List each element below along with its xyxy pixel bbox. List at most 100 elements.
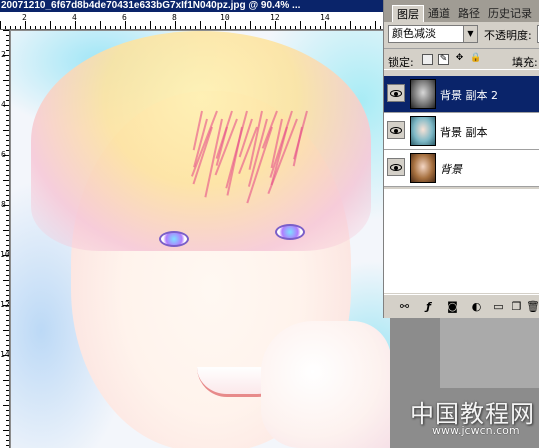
workspace-background-light	[440, 318, 539, 388]
ruler-tick	[335, 26, 336, 29]
tab-channels[interactable]: 通道	[424, 5, 454, 22]
ruler-tick	[55, 26, 56, 29]
ruler-tick	[6, 145, 9, 146]
ruler-tick	[6, 420, 9, 421]
ruler-tick	[6, 395, 9, 396]
ruler-tick	[6, 225, 9, 226]
tab-paths[interactable]: 路径	[454, 5, 484, 22]
ruler-tick	[6, 235, 9, 236]
ruler-tick	[355, 26, 356, 29]
ruler-tick	[3, 330, 9, 331]
layer-name: 背景 副本 2	[440, 89, 498, 102]
layer-row[interactable]: 背景 副本 2	[384, 76, 539, 113]
portrait-left-eye	[159, 231, 189, 247]
ruler-tick	[350, 21, 351, 29]
ruler-tick	[6, 250, 9, 251]
ruler-tick	[65, 26, 66, 29]
ruler-tick	[3, 30, 9, 31]
ruler-top: 2 4 6 8 10 12 14	[0, 12, 390, 30]
ruler-tick	[0, 21, 1, 29]
ruler-tick	[6, 425, 9, 426]
ruler-left: 2 4 6 8 10 12 14	[0, 30, 10, 448]
ruler-tick	[3, 105, 9, 106]
new-layer-icon[interactable]: ❐	[510, 300, 523, 313]
ruler-tick	[6, 160, 9, 161]
lock-transparent-icon[interactable]	[422, 54, 433, 65]
lock-all-icon[interactable]: 🔒	[470, 54, 481, 65]
ruler-tick	[6, 240, 9, 241]
ruler-tick	[155, 26, 156, 29]
ruler-tick	[310, 26, 311, 29]
ruler-tick	[375, 21, 376, 29]
layer-row[interactable]: 背景	[384, 150, 539, 187]
ruler-tick	[3, 355, 9, 356]
ruler-tick	[6, 415, 9, 416]
ruler-tick	[200, 21, 201, 29]
ruler-tick	[6, 35, 9, 36]
ruler-tick	[315, 26, 316, 29]
ruler-tick	[6, 340, 9, 341]
ruler-tick	[345, 26, 346, 29]
ruler-tick	[330, 26, 331, 29]
ruler-tick	[305, 26, 306, 29]
opacity-label: 不透明度:	[484, 29, 532, 42]
ruler-tick	[6, 75, 9, 76]
ruler-tick	[140, 26, 141, 29]
ruler-tick	[270, 26, 271, 29]
mask-icon[interactable]: ◙	[446, 300, 459, 313]
document-title[interactable]: 20071210_6f67d8b4de70431e633bG7xIf1N040p…	[0, 0, 390, 12]
fill-label: 填充:	[512, 56, 538, 69]
ruler-tick	[6, 40, 9, 41]
image-canvas[interactable]	[11, 31, 390, 448]
ruler-tick	[295, 26, 296, 29]
ruler-tick	[340, 26, 341, 29]
ruler-tick	[185, 26, 186, 29]
ruler-tick	[325, 21, 326, 29]
ruler-tick	[6, 245, 9, 246]
ruler-tick	[160, 26, 161, 29]
ruler-tick	[290, 26, 291, 29]
ruler-tick	[6, 390, 9, 391]
ruler-tick	[165, 26, 166, 29]
ruler-tick	[190, 26, 191, 29]
ruler-tick	[3, 155, 9, 156]
ruler-tick	[6, 115, 9, 116]
ruler-tick	[6, 135, 9, 136]
ruler-tick	[3, 255, 9, 256]
visibility-eye-icon[interactable]	[387, 158, 405, 176]
fx-icon[interactable]: ƒ	[422, 300, 435, 313]
link-icon[interactable]: ⚯	[398, 300, 411, 313]
ruler-tick	[235, 26, 236, 29]
ruler-tick	[265, 26, 266, 29]
tab-layers[interactable]: 图层	[392, 5, 424, 22]
ruler-tick	[6, 110, 9, 111]
ruler-tick	[6, 285, 9, 286]
lock-paint-icon[interactable]: ✎	[438, 54, 449, 65]
visibility-eye-icon[interactable]	[387, 121, 405, 139]
ruler-tick	[130, 26, 131, 29]
ruler-tick	[6, 260, 9, 261]
ruler-tick	[210, 26, 211, 29]
adjustment-icon[interactable]: ◐	[470, 300, 483, 313]
ruler-tick	[6, 290, 9, 291]
folder-icon[interactable]: ▭	[492, 300, 505, 313]
ruler-tick	[6, 435, 9, 436]
ruler-tick	[260, 26, 261, 29]
blend-mode-select[interactable]: 颜色减淡 ▼	[388, 25, 478, 43]
lock-move-icon[interactable]: ✥	[454, 54, 465, 65]
layer-row[interactable]: 背景 副本	[384, 113, 539, 150]
ruler-tick	[3, 280, 9, 281]
portrait-right-eye	[275, 224, 305, 240]
ruler-tick	[6, 375, 9, 376]
ruler-tick	[15, 26, 16, 29]
trash-icon[interactable]: 🗑	[526, 300, 539, 313]
ruler-tick	[320, 26, 321, 29]
tab-history[interactable]: 历史记录	[484, 5, 536, 22]
ruler-tick	[230, 26, 231, 29]
ruler-tick	[6, 200, 9, 201]
ruler-tick	[135, 26, 136, 29]
ruler-tick	[40, 26, 41, 29]
visibility-eye-icon[interactable]	[387, 84, 405, 102]
ruler-tick	[6, 370, 9, 371]
chevron-down-icon[interactable]: ▼	[463, 26, 477, 42]
